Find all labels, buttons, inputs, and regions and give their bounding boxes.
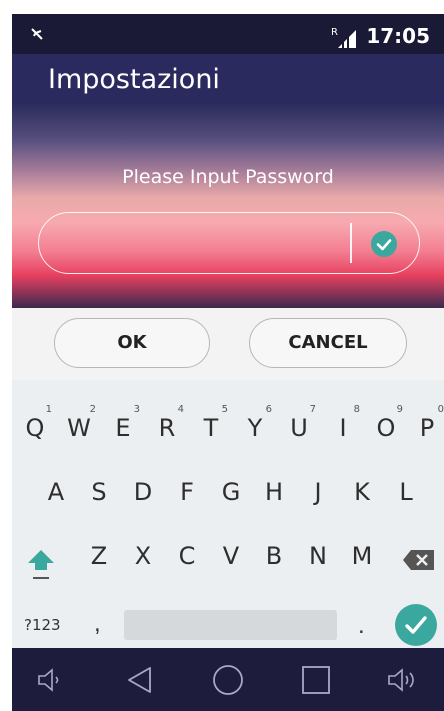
enter-check-icon[interactable] (395, 604, 437, 646)
app-bar: Impostazioni (12, 54, 444, 104)
spacebar[interactable] (124, 610, 337, 640)
signal-icon: R (331, 27, 356, 48)
volume-down-icon[interactable] (34, 664, 66, 696)
key-j[interactable]: J (303, 474, 333, 510)
key-n[interactable]: N (303, 538, 333, 574)
key-e[interactable]: E3 (108, 404, 140, 446)
home-icon[interactable] (212, 664, 244, 696)
key-y[interactable]: Y6 (240, 404, 272, 446)
recents-icon[interactable] (300, 664, 332, 696)
key-o[interactable]: O9 (371, 404, 403, 446)
period-key[interactable]: . (358, 612, 365, 640)
cancel-button[interactable]: CANCEL (249, 318, 407, 368)
volume-up-icon[interactable] (386, 664, 418, 696)
key-q[interactable]: Q1 (20, 404, 52, 446)
symbols-key[interactable]: ?123 (24, 616, 61, 634)
key-r[interactable]: R4 (152, 404, 184, 446)
device-screen: R 17:05 Impostazioni Please Input Passwo… (12, 14, 444, 711)
ok-button[interactable]: OK (54, 318, 210, 368)
shift-icon[interactable] (26, 546, 56, 582)
field-divider (350, 223, 352, 263)
key-a[interactable]: A (41, 474, 71, 510)
key-x[interactable]: X (128, 538, 158, 574)
status-time: 17:05 (366, 24, 430, 48)
mute-icon (31, 28, 43, 40)
key-h[interactable]: H (259, 474, 289, 510)
key-v[interactable]: V (216, 538, 246, 574)
check-circle-icon[interactable] (371, 231, 397, 257)
key-c[interactable]: C (172, 538, 202, 574)
key-i[interactable]: I8 (328, 404, 360, 446)
key-m[interactable]: M (347, 538, 377, 574)
button-panel: OK CANCEL (12, 308, 444, 380)
key-b[interactable]: B (259, 538, 289, 574)
password-field-container (38, 212, 420, 274)
comma-key[interactable]: , (94, 610, 101, 638)
backspace-icon[interactable] (402, 548, 436, 572)
password-input[interactable] (59, 219, 343, 269)
key-g[interactable]: G (216, 474, 246, 510)
key-u[interactable]: U7 (284, 404, 316, 446)
key-k[interactable]: K (347, 474, 377, 510)
password-prompt: Please Input Password (122, 166, 334, 188)
back-icon[interactable] (124, 664, 156, 696)
key-l[interactable]: L (391, 474, 421, 510)
status-bar: R 17:05 (12, 14, 444, 54)
key-t[interactable]: T5 (196, 404, 228, 446)
key-d[interactable]: D (128, 474, 158, 510)
page-title: Impostazioni (48, 64, 220, 95)
navigation-bar (12, 648, 444, 711)
key-z[interactable]: Z (84, 538, 114, 574)
key-w[interactable]: W2 (64, 404, 96, 446)
key-f[interactable]: F (172, 474, 202, 510)
on-screen-keyboard: Q1 W2 E3 R4 T5 Y6 U7 I8 O9 P0 A S D F G … (12, 380, 444, 648)
key-p[interactable]: P0 (412, 404, 444, 446)
network-badge: R (331, 27, 338, 38)
key-s[interactable]: S (84, 474, 114, 510)
password-panel: Please Input Password (12, 104, 444, 308)
